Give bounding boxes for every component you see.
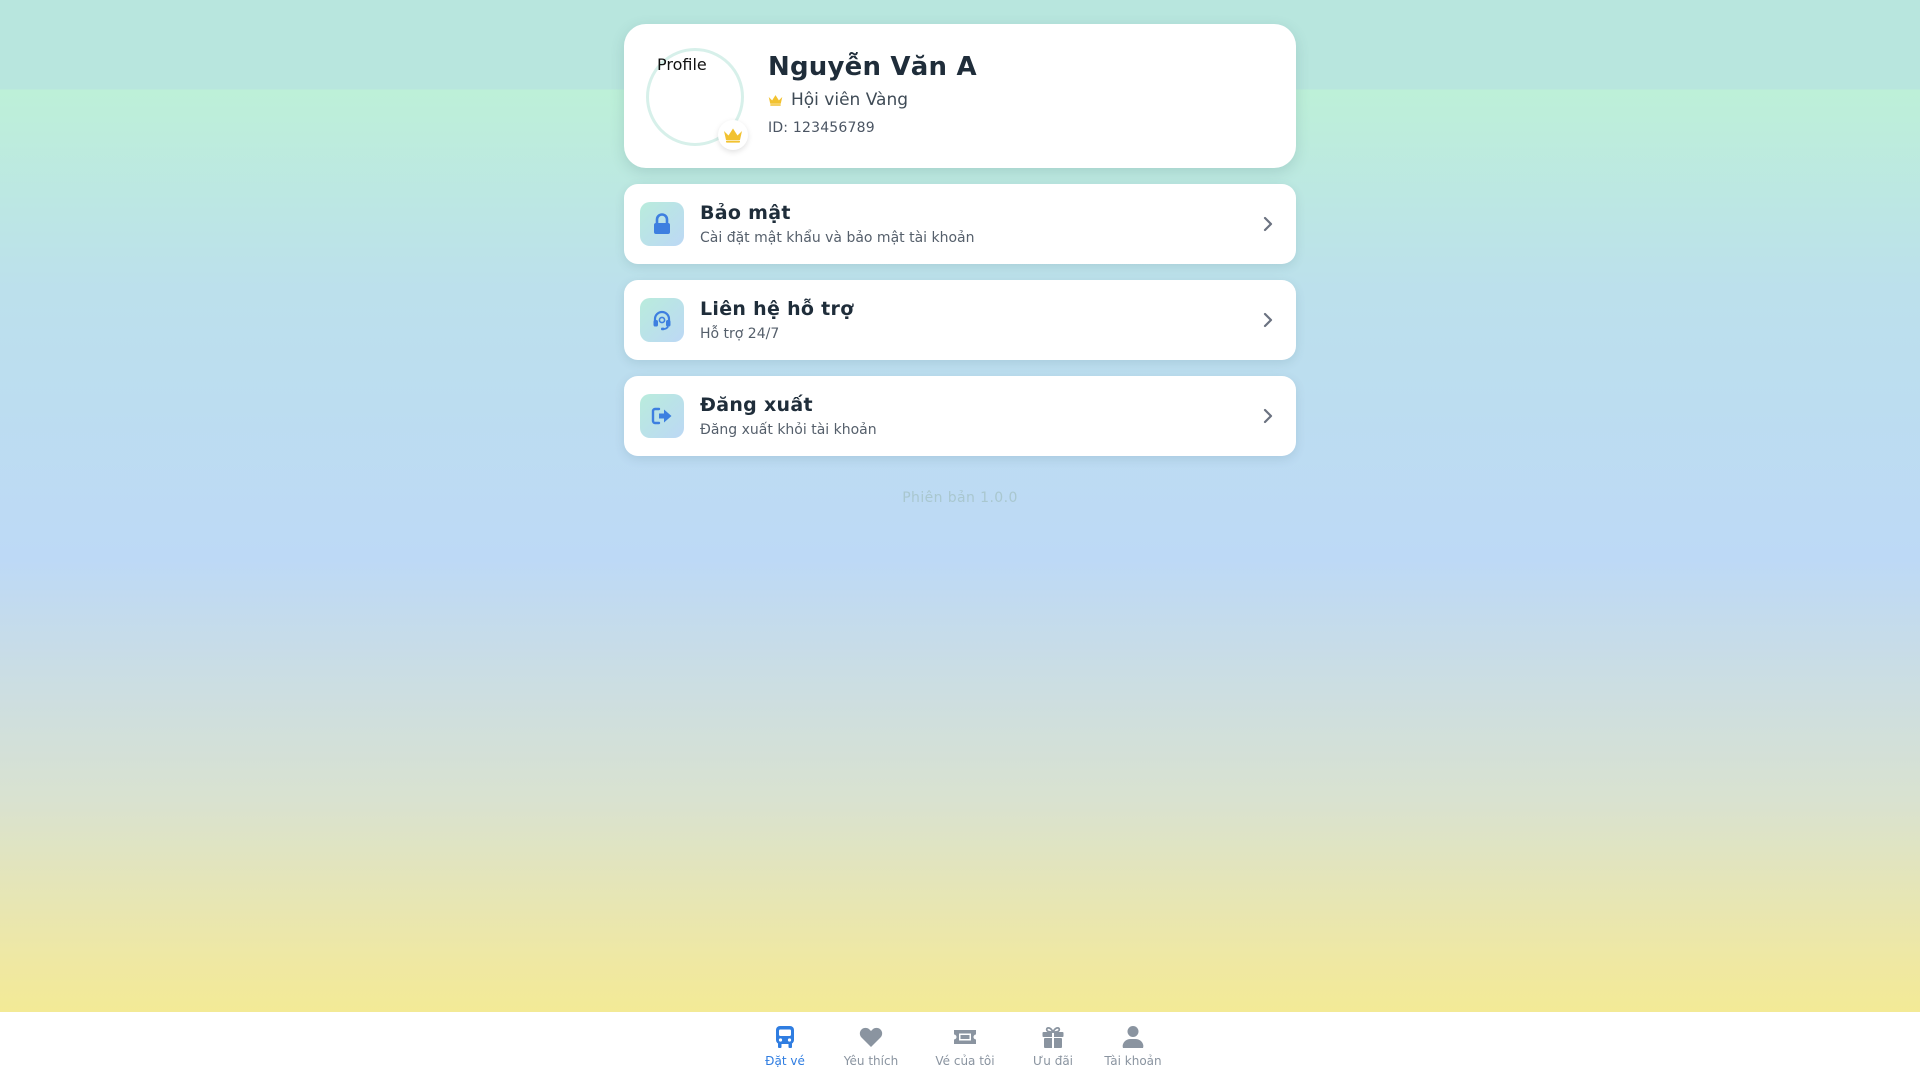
nav-label: Ưu đãi	[1032, 1054, 1074, 1068]
menu-icon-box	[640, 394, 684, 438]
menu-text: Đăng xuất Đăng xuất khỏi tài khoản	[700, 394, 1258, 438]
menu-subtitle: Cài đặt mật khẩu và bảo mật tài khoản	[700, 230, 975, 246]
menu-title: Bảo mật	[700, 202, 791, 224]
nav-item-favorites[interactable]: Yêu thích	[830, 1024, 912, 1068]
profile-card: Profile Nguyễn Văn A Hội viên Vàng ID: 1…	[624, 24, 1296, 168]
menu-item-security[interactable]: Bảo mật Cài đặt mật khẩu và bảo mật tài …	[624, 184, 1296, 264]
gift-icon	[1042, 1026, 1064, 1048]
nav-item-account[interactable]: Tài khoản	[1088, 1024, 1178, 1068]
menu-subtitle: Đăng xuất khỏi tài khoản	[700, 422, 877, 438]
account-page: Profile Nguyễn Văn A Hội viên Vàng ID: 1…	[624, 24, 1296, 506]
menu-subtitle: Hỗ trợ 24/7	[700, 326, 780, 342]
chevron-right-icon	[1263, 408, 1273, 424]
user-icon	[1122, 1026, 1144, 1048]
menu-text: Liên hệ hỗ trợ Hỗ trợ 24/7	[700, 298, 1258, 342]
nav-label: Tài khoản	[1104, 1054, 1162, 1068]
crown-icon	[724, 128, 742, 143]
nav-label: Vé của tôi	[935, 1054, 995, 1068]
menu-title: Liên hệ hỗ trợ	[700, 298, 854, 320]
nav-item-book-ticket[interactable]: Đặt vé	[740, 1024, 830, 1068]
profile-name: Nguyễn Văn A	[768, 52, 977, 82]
avatar-alt-text: Profile	[657, 55, 707, 74]
nav-label: Đặt vé	[765, 1054, 805, 1068]
menu-item-logout[interactable]: Đăng xuất Đăng xuất khỏi tài khoản	[624, 376, 1296, 456]
chevron-right-icon	[1263, 216, 1273, 232]
menu-title: Đăng xuất	[700, 394, 813, 416]
avatar-wrap: Profile	[646, 48, 748, 150]
crown-badge	[718, 120, 748, 150]
membership-label: Hội viên Vàng	[791, 90, 909, 110]
menu-text: Bảo mật Cài đặt mật khẩu và bảo mật tài …	[700, 202, 1258, 246]
heart-icon	[859, 1027, 883, 1047]
nav-item-offers[interactable]: Ưu đãi	[1018, 1024, 1088, 1068]
menu-icon-box	[640, 298, 684, 342]
bus-icon	[776, 1026, 794, 1048]
profile-info: Nguyễn Văn A Hội viên Vàng ID: 123456789	[768, 52, 977, 136]
membership-row: Hội viên Vàng	[768, 90, 977, 110]
member-id: ID: 123456789	[768, 120, 875, 136]
headset-icon	[653, 310, 671, 331]
lock-icon	[654, 213, 670, 234]
nav-item-my-tickets[interactable]: Vé của tôi	[912, 1024, 1018, 1068]
chevron-right-icon	[1263, 312, 1273, 328]
menu-icon-box	[640, 202, 684, 246]
bottom-nav-items: Đặt vé Yêu thích Vé của tôi Ưu đãi Tài k…	[740, 1024, 1178, 1068]
menu-item-support[interactable]: Liên hệ hỗ trợ Hỗ trợ 24/7	[624, 280, 1296, 360]
sign-out-icon	[651, 407, 672, 425]
bottom-nav: Đặt vé Yêu thích Vé của tôi Ưu đãi Tài k…	[0, 1012, 1920, 1080]
crown-icon	[768, 95, 783, 106]
nav-label: Yêu thích	[843, 1054, 899, 1068]
app-version: Phiên bản 1.0.0	[902, 490, 1018, 506]
ticket-icon	[954, 1030, 976, 1044]
